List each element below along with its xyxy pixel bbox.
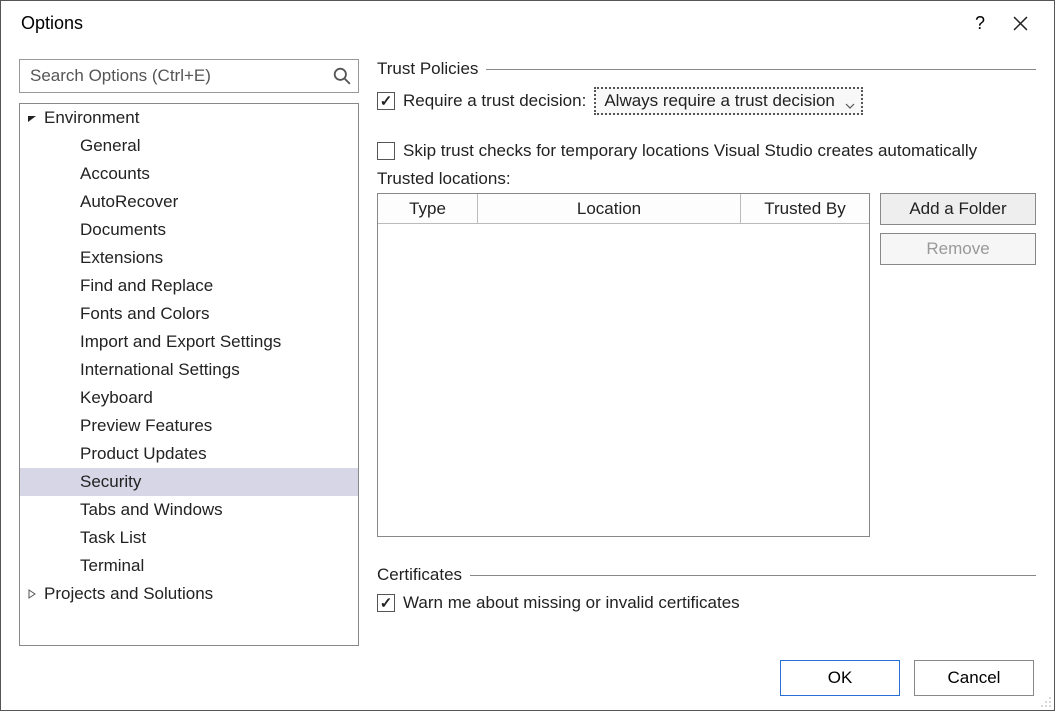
options-tree[interactable]: Environment General Accounts AutoRecover Doc… (19, 103, 359, 646)
tree-item-import-and-export-settings[interactable]: Import and Export Settings (20, 328, 358, 356)
main-panel: Trust Policies Require a trust decision:… (377, 59, 1036, 646)
tree-item-label: Documents (80, 220, 166, 240)
tree-item-autorecover[interactable]: AutoRecover (20, 188, 358, 216)
tree-item-security[interactable]: Security (20, 468, 358, 496)
tree-item-label: International Settings (80, 360, 240, 380)
col-type[interactable]: Type (378, 194, 478, 223)
tree-item-keyboard[interactable]: Keyboard (20, 384, 358, 412)
require-trust-label: Require a trust decision: (403, 91, 586, 111)
col-location[interactable]: Location (478, 194, 741, 223)
tree-item-accounts[interactable]: Accounts (20, 160, 358, 188)
tree-item-label: Projects and Solutions (44, 584, 213, 604)
trust-decision-select[interactable]: Always require a trust decision (594, 87, 863, 115)
require-trust-checkbox[interactable] (377, 92, 395, 110)
add-folder-button[interactable]: Add a Folder (880, 193, 1036, 225)
tree-item-label: AutoRecover (80, 192, 178, 212)
skip-temp-label: Skip trust checks for temporary location… (403, 141, 977, 161)
tree-item-preview-features[interactable]: Preview Features (20, 412, 358, 440)
tree-item-projects-and-solutions[interactable]: Projects and Solutions (20, 580, 358, 608)
skip-temp-checkbox[interactable] (377, 142, 395, 160)
tree-item-find-and-replace[interactable]: Find and Replace (20, 272, 358, 300)
tree-item-environment[interactable]: Environment (20, 104, 358, 132)
expander-open-icon[interactable] (26, 112, 38, 124)
trusted-locations-table[interactable]: Type Location Trusted By (377, 193, 870, 537)
chevron-down-icon (845, 96, 855, 106)
tree-item-product-updates[interactable]: Product Updates (20, 440, 358, 468)
tree-item-label: Environment (44, 108, 139, 128)
tree-item-documents[interactable]: Documents (20, 216, 358, 244)
tree-item-task-list[interactable]: Task List (20, 524, 358, 552)
tree-item-fonts-and-colors[interactable]: Fonts and Colors (20, 300, 358, 328)
tree-item-label: Product Updates (80, 444, 207, 464)
titlebar: Options ? (1, 1, 1054, 45)
tree-item-label: Task List (80, 528, 146, 548)
remove-button[interactable]: Remove (880, 233, 1036, 265)
certificates-group: Certificates (377, 565, 1036, 585)
col-trustedby[interactable]: Trusted By (741, 194, 869, 223)
help-icon[interactable]: ? (960, 13, 1000, 34)
cancel-button[interactable]: Cancel (914, 660, 1034, 696)
sidebar: Environment General Accounts AutoRecover Doc… (19, 59, 359, 646)
tree-item-extensions[interactable]: Extensions (20, 244, 358, 272)
tree-item-label: Find and Replace (80, 276, 213, 296)
tree-item-label: Import and Export Settings (80, 332, 281, 352)
expander-closed-icon[interactable] (26, 588, 38, 600)
warn-certs-checkbox[interactable] (377, 594, 395, 612)
tree-item-tabs-and-windows[interactable]: Tabs and Windows (20, 496, 358, 524)
tree-item-label: Fonts and Colors (80, 304, 209, 324)
tree-item-label: General (80, 136, 140, 156)
tree-item-label: Preview Features (80, 416, 212, 436)
tree-item-label: Extensions (80, 248, 163, 268)
resize-grip-icon[interactable] (1038, 694, 1052, 708)
tree-item-label: Accounts (80, 164, 150, 184)
trusted-locations-label: Trusted locations: (377, 169, 1036, 189)
search-input[interactable] (19, 59, 359, 93)
ok-button[interactable]: OK (780, 660, 900, 696)
tree-item-label: Keyboard (80, 388, 153, 408)
close-icon[interactable] (1000, 16, 1040, 31)
options-dialog: Options ? Environment General Accounts Auto… (0, 0, 1055, 711)
table-body (378, 224, 869, 536)
table-header: Type Location Trusted By (378, 194, 869, 224)
window-title: Options (21, 13, 960, 34)
warn-certs-label: Warn me about missing or invalid certifi… (403, 593, 740, 613)
tree-item-label: Terminal (80, 556, 144, 576)
trust-policies-group: Trust Policies (377, 59, 1036, 79)
dialog-footer: OK Cancel (1, 646, 1054, 710)
tree-item-international-settings[interactable]: International Settings (20, 356, 358, 384)
tree-item-general[interactable]: General (20, 132, 358, 160)
tree-item-label: Security (80, 472, 141, 492)
tree-item-terminal[interactable]: Terminal (20, 552, 358, 580)
tree-item-label: Tabs and Windows (80, 500, 223, 520)
